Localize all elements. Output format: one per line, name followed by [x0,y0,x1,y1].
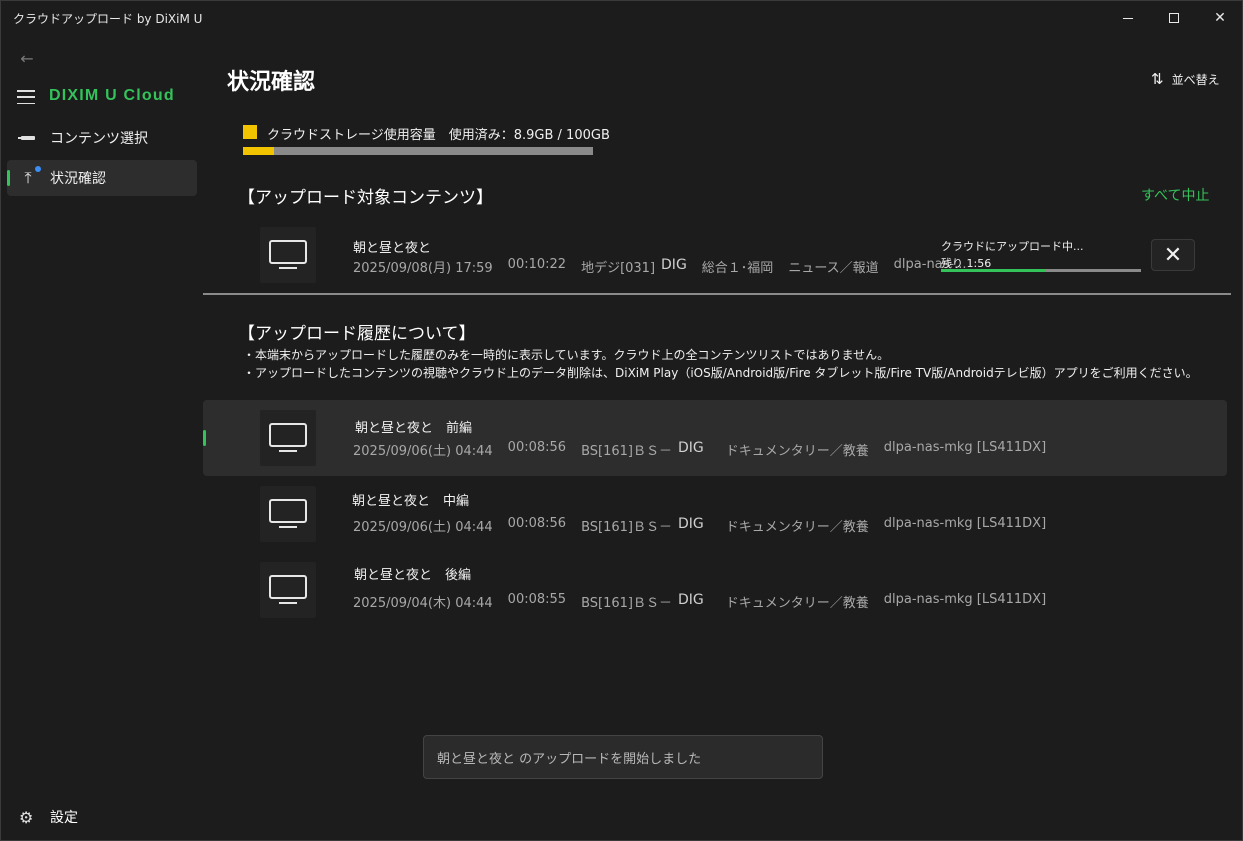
history-item-title: 朝と昼と夜と 後編 [354,568,472,583]
storage-usage-bar [243,147,593,155]
item-dig: DIG [677,592,704,608]
history-item[interactable]: 朝と昼と夜と 後編 2025/09/04(木) 04:44 00:08:55 B… [203,552,1227,628]
item-device: dlpa-nas-mkg [LS411DX] [883,440,1047,455]
sidebar-item-label: 設定 [50,810,78,826]
item-duration: 00:08:56 [507,440,567,455]
sidebar-item-label: コンテンツ選択 [50,131,148,147]
minimize-button[interactable] [1105,1,1151,35]
maximize-icon [1169,13,1179,23]
item-date: 2025/09/06(土) 04:44 [353,444,493,459]
close-icon: ✕ [1214,10,1226,26]
tv-icon [269,423,307,453]
item-duration: 00:08:55 [507,592,567,607]
item-date: 2025/09/08(月) 17:59 [353,261,493,276]
item-duration: 00:08:56 [507,516,567,531]
gear-icon: ⚙ [19,807,34,827]
upload-section-heading: 【アップロード対象コンテンツ】 [238,188,493,208]
item-date: 2025/09/04(木) 04:44 [353,596,493,611]
cancel-upload-button[interactable]: ✕ [1151,239,1195,271]
stop-all-button[interactable]: すべて中止 [1141,185,1209,205]
tv-icon [269,240,307,270]
toast-notification: 朝と昼と夜と のアップロードを開始しました [423,735,823,779]
item-station: 総合１･福岡 [701,261,774,276]
history-note: ・アップロードしたコンテンツの視聴やクラウド上のデータ削除は、DiXiM Pla… [243,366,1198,380]
tv-icon [269,575,307,605]
item-genre: ドキュメンタリー／教養 [725,596,869,611]
close-button[interactable]: ✕ [1197,1,1243,35]
hamburger-menu-icon[interactable] [17,90,35,104]
item-device: dlpa-nas-mkg [LS411DX] [883,592,1047,607]
back-arrow-icon: ← [20,48,34,68]
upload-progress-fill [941,269,1045,272]
window-title: クラウドアップロード by DiXiM U [13,12,203,26]
upload-item-meta: 2025/09/08(月) 17:59 00:10:22 地デジ[031] DI… [353,257,982,276]
sort-label: 並べ替え [1171,72,1220,87]
upload-item-title: 朝と昼と夜と [353,241,432,256]
brand-logo: DIXIM U Cloud [49,87,175,104]
item-device: dlpa-nas-mkg [LS411DX] [883,516,1047,531]
history-item-meta: 2025/09/06(土) 04:44 00:08:56 BS[161]ＢＳ－ … [353,516,1061,535]
item-date: 2025/09/06(土) 04:44 [353,520,493,535]
item-channel: BS[161]ＢＳ－ [581,444,672,459]
history-section-heading: 【アップロード履歴について】 [238,324,476,344]
notification-badge [35,166,41,172]
item-channel: 地デジ[031] [581,261,656,276]
history-item-meta: 2025/09/06(土) 04:44 00:08:56 BS[161]ＢＳ－ … [353,440,1061,459]
sort-icon: ⇅ [1151,70,1164,88]
item-dig: DIG [677,516,704,532]
cable-icon [18,129,37,147]
storage-legend-swatch [243,125,257,139]
minimize-icon [1123,17,1133,19]
item-channel: BS[161]ＢＳ－ [581,520,672,535]
history-item-title: 朝と昼と夜と 前編 [355,421,473,436]
item-channel: BS[161]ＢＳ－ [581,596,672,611]
item-duration: 00:10:22 [507,257,567,272]
title-bar: クラウドアップロード by DiXiM U ✕ [1,1,1242,35]
sidebar-item-settings[interactable]: ⚙ 設定 [7,800,197,834]
storage-usage-fill [243,147,275,155]
history-item-meta: 2025/09/04(木) 04:44 00:08:55 BS[161]ＢＳ－ … [353,592,1061,611]
sidebar-item-contents[interactable]: コンテンツ選択 [7,120,197,156]
item-genre: ドキュメンタリー／教養 [725,444,869,459]
history-item[interactable]: 朝と昼と夜と 中編 2025/09/06(土) 04:44 00:08:56 B… [203,476,1227,552]
content-thumbnail [260,486,316,542]
upload-progress-bar [941,269,1141,272]
maximize-button[interactable] [1151,1,1197,35]
close-icon: ✕ [1163,242,1183,268]
history-item[interactable]: 朝と昼と夜と 前編 2025/09/06(土) 04:44 00:08:56 B… [203,400,1227,476]
upload-status-text: クラウドにアップロード中... [941,240,1084,253]
history-note: ・本端末からアップロードした履歴のみを一時的に表示しています。クラウド上の全コン… [243,348,890,362]
page-title: 状況確認 [227,70,316,95]
item-dig: DIG [661,257,687,273]
item-genre: ニュース／報道 [788,261,879,276]
content-thumbnail [260,562,316,618]
sidebar-item-label: 状況確認 [50,171,106,187]
toast-message: 朝と昼と夜と のアップロードを開始しました [437,751,702,767]
content-thumbnail [260,227,316,283]
selection-indicator [7,170,10,186]
storage-usage-label: クラウドストレージ使用容量 使用済み：8.9GB / 100GB [267,128,610,143]
item-genre: ドキュメンタリー／教養 [725,520,869,535]
app-window: クラウドアップロード by DiXiM U ✕ ← DIXIM U Cloud … [0,0,1243,841]
item-dig: DIG [677,440,704,456]
content-thumbnail [260,410,316,466]
sidebar-item-status[interactable]: ⤒ 状況確認 [7,160,197,196]
tv-icon [269,499,307,529]
history-item-title: 朝と昼と夜と 中編 [352,494,470,509]
sort-button[interactable]: ⇅ 並べ替え [1151,69,1220,89]
upload-icon: ⤒ [24,168,32,187]
section-divider [203,293,1231,295]
selection-indicator [203,430,206,446]
back-button[interactable]: ← [15,47,39,69]
